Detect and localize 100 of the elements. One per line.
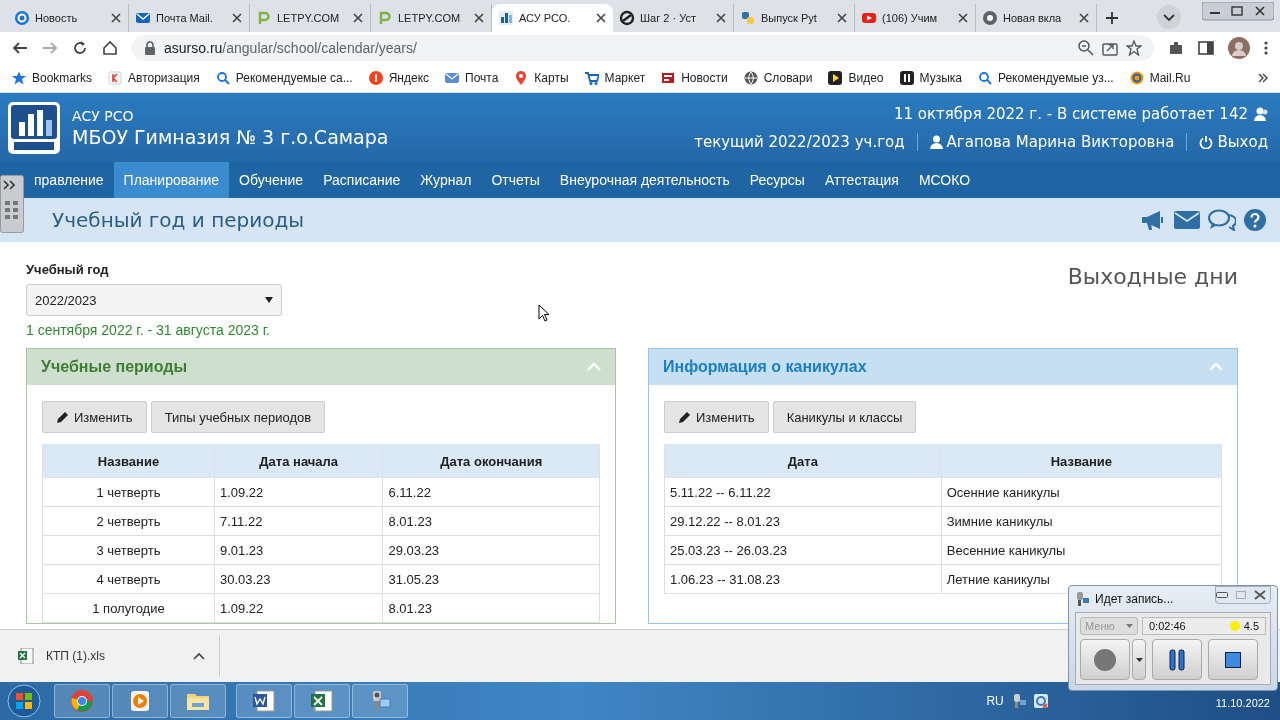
bookmark[interactable]: Карты (514, 71, 569, 85)
menu-icon[interactable] (1264, 40, 1268, 56)
record-button[interactable] (1080, 639, 1130, 680)
bookmark[interactable]: Почта (445, 71, 499, 85)
play-icon (828, 71, 843, 85)
stop-button[interactable] (1208, 639, 1258, 680)
megaphone-icon[interactable] (1140, 209, 1166, 231)
bookmark[interactable]: Рекомендуемые уз... (977, 71, 1114, 85)
bookmark[interactable]: Новости (661, 71, 728, 85)
close-icon[interactable] (110, 12, 122, 24)
help-icon[interactable] (1244, 209, 1266, 231)
sidebar-icon[interactable] (1198, 40, 1214, 56)
table-cell: 29.12.22 -- 8.01.23 (664, 506, 942, 536)
table-cell: 29.03.23 (383, 535, 600, 565)
close-icon[interactable] (352, 12, 364, 24)
cart-icon (584, 71, 599, 85)
dropdown-button[interactable] (1132, 639, 1146, 680)
zoom-icon[interactable] (1078, 40, 1094, 56)
date-range: 1 сентября 2022 г. - 31 августа 2023 г. (26, 322, 271, 338)
nav-item[interactable]: Внеурочная деятельность (549, 162, 740, 198)
bookmark[interactable]: Яндекс (368, 71, 430, 85)
edit-button[interactable]: Изменить (42, 401, 147, 433)
nav-item[interactable]: Ресурсы (739, 162, 815, 198)
nav-item[interactable]: МСОКО (908, 162, 981, 198)
media-player-icon[interactable] (128, 689, 152, 713)
table-cell: 2 четверть (42, 506, 215, 536)
bookmark[interactable]: Маркет (584, 71, 646, 85)
envelope-icon[interactable] (1174, 210, 1200, 230)
close-icon[interactable] (957, 12, 969, 24)
map-pin-icon (514, 71, 529, 85)
close-icon[interactable] (715, 12, 727, 24)
home-icon[interactable] (102, 40, 118, 56)
language-indicator[interactable]: RU (986, 694, 1004, 708)
download-item[interactable]: КТП (1).xls (0, 636, 220, 676)
nav-item[interactable]: Планирование (113, 162, 230, 198)
bookmark[interactable]: Музыка (899, 71, 962, 85)
logout-link[interactable]: Выход (1199, 132, 1268, 151)
chat-icon[interactable] (1208, 209, 1236, 231)
bookmark[interactable]: Видео (828, 71, 884, 85)
minimize-icon[interactable] (1216, 592, 1228, 598)
recorder-title: Идет запись... (1095, 592, 1175, 606)
back-icon[interactable] (12, 40, 28, 56)
star-icon[interactable] (1126, 40, 1142, 56)
bookmark[interactable]: Словари (743, 71, 813, 85)
newspaper-icon (661, 71, 676, 85)
nav-item[interactable]: Расписание (313, 162, 411, 198)
pause-button[interactable] (1152, 639, 1202, 680)
nav-item[interactable]: правление (24, 162, 114, 198)
table-cell: 30.03.23 (214, 564, 383, 594)
panel-button[interactable]: Каникулы и классы (772, 401, 917, 433)
plus-icon[interactable] (1105, 11, 1119, 25)
close-icon[interactable] (473, 12, 485, 24)
stop-icon (1225, 651, 1241, 668)
camera-icon[interactable] (1011, 693, 1026, 709)
search-icon (977, 71, 992, 85)
share-icon[interactable] (1102, 40, 1118, 56)
window-controls-icon[interactable] (1202, 2, 1274, 22)
nav-item[interactable]: Журнал (410, 162, 482, 198)
bookmark[interactable]: Mail.Ru (1129, 71, 1191, 85)
nav-item[interactable]: Отчеты (481, 162, 550, 198)
avatar-icon[interactable] (1228, 37, 1250, 59)
close-icon[interactable] (595, 12, 607, 24)
chevron-down-icon[interactable] (1156, 4, 1182, 30)
chrome-icon[interactable] (70, 689, 94, 713)
level-dot-icon (1229, 621, 1240, 631)
close-icon[interactable] (1254, 590, 1266, 600)
panel-toggle-icon[interactable] (0, 175, 24, 233)
panel-button[interactable]: Типы учебных периодов (150, 401, 326, 433)
bookmark[interactable]: Bookmarks (12, 71, 93, 85)
year-select[interactable]: 2022/2023 (26, 284, 282, 316)
bookmark[interactable]: Рекомендуемые са... (215, 71, 353, 85)
school-name: МБОУ Гимназия № 3 г.о.Самара (72, 125, 389, 148)
play-icon (861, 10, 877, 26)
table-cell: 1.09.22 (214, 477, 383, 507)
user-link[interactable]: Агапова Марина Викторовна (929, 132, 1175, 151)
reload-icon[interactable] (72, 40, 88, 56)
school-year: текущий 2022/2023 уч.год (694, 132, 905, 151)
start-icon[interactable] (4, 684, 44, 718)
close-icon[interactable] (836, 12, 848, 24)
edit-button[interactable]: Изменить (664, 401, 769, 433)
bookmark[interactable]: Авторизация (108, 71, 200, 85)
spreadsheet-icon[interactable] (310, 689, 334, 713)
table-cell: 1.06.23 -- 31.08.23 (664, 564, 942, 594)
system-name: АСУ РСО (72, 107, 135, 124)
table-cell: 4 четверть (42, 564, 215, 594)
browser-tab[interactable]: АСУ РСО. (492, 4, 613, 32)
document-icon[interactable] (252, 689, 276, 713)
address-bar[interactable]: asurso.ru/angular/school/calendar/years/ (132, 35, 1154, 61)
weekends-link[interactable]: Выходные дни (1067, 264, 1238, 348)
field-label: Учебный год (26, 262, 110, 277)
nav-item[interactable]: Обучение (229, 162, 314, 198)
panel-header[interactable]: Учебные периоды (27, 348, 615, 385)
panel-title: Информация о каникулах (663, 358, 867, 376)
circle-icon (368, 71, 383, 85)
chevrons-icon[interactable] (1258, 73, 1268, 83)
close-icon[interactable] (1078, 12, 1090, 24)
disc-icon[interactable] (1033, 694, 1048, 708)
chevron-up-icon[interactable] (193, 652, 205, 660)
nav-item[interactable]: Аттестация (814, 162, 909, 198)
close-icon[interactable] (231, 12, 243, 24)
